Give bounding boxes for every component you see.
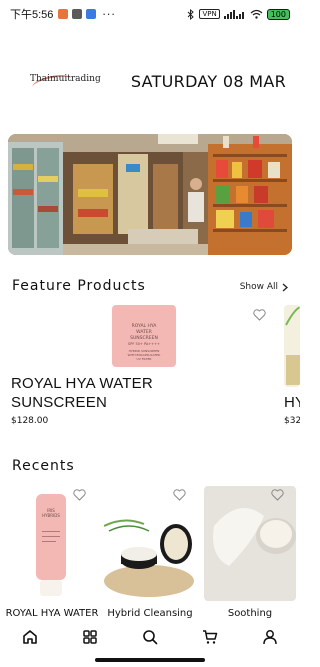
favorite-heart-icon[interactable]: [73, 489, 86, 501]
featured-section-title: Feature Products: [12, 278, 146, 294]
recent-product-name[interactable]: Hybrid Cleansing: [100, 608, 200, 619]
recents-section-title: Recents: [12, 458, 75, 474]
app-notification-icon: [58, 9, 69, 19]
svg-text:ROYAL HYA: ROYAL HYA: [132, 323, 158, 329]
recent-product-image[interactable]: [204, 486, 296, 601]
favorite-heart-icon[interactable]: [253, 309, 266, 321]
nav-search[interactable]: [135, 624, 165, 650]
cart-icon: [203, 630, 218, 644]
soothing-cream-image: [204, 486, 296, 601]
featured-product-name[interactable]: ROYAL HYA WATER SUNSCREEN: [11, 374, 161, 412]
nav-profile[interactable]: [255, 624, 285, 650]
status-more: ···: [102, 7, 116, 21]
hero-banner[interactable]: [8, 134, 292, 255]
nav-cart[interactable]: [195, 624, 225, 650]
recent-product-image[interactable]: [104, 486, 196, 601]
sunscreen-tube-image: ROYAL HYA WATER SUNSCREEN SPF 50+ PA++++…: [112, 305, 176, 367]
status-time: 下午5:56: [10, 9, 54, 21]
featured-product-image[interactable]: [284, 305, 300, 387]
svg-text:HYBRIDS: HYBRIDS: [42, 513, 60, 518]
bottom-nav: [0, 624, 300, 650]
herbal-product-image: [284, 305, 300, 387]
chevron-right-icon: [282, 283, 288, 291]
featured-product-name[interactable]: HY: [284, 393, 300, 412]
svg-text:SUNSCREEN: SUNSCREEN: [130, 335, 158, 341]
nav-categories[interactable]: [75, 624, 105, 650]
favorite-heart-icon[interactable]: [271, 489, 284, 501]
store-interior-image: [8, 134, 292, 255]
nav-home[interactable]: [15, 624, 45, 650]
favorite-heart-icon[interactable]: [173, 489, 186, 501]
brand-logo[interactable]: Thaimuitrading: [30, 71, 101, 95]
home-indicator[interactable]: [95, 658, 205, 662]
featured-product-price: $128.00: [11, 416, 49, 426]
home-icon: [23, 630, 37, 644]
grid-icon: [83, 630, 97, 644]
logo-text: Thaimuitrading: [30, 74, 101, 84]
svg-text:UV FILTER: UV FILTER: [137, 357, 152, 361]
app-notification-icon: [72, 9, 83, 19]
featured-product-price: $32: [284, 416, 300, 426]
signal-icon: [223, 10, 244, 19]
battery-indicator: 100: [266, 8, 290, 20]
vpn-badge: VPN: [199, 9, 220, 19]
bluetooth-icon: [188, 8, 195, 20]
wifi-icon: [250, 9, 263, 19]
app-notification-icon: [86, 9, 97, 19]
profile-icon: [263, 630, 277, 645]
status-bar: 下午5:56 ··· VPN 100: [0, 0, 300, 28]
show-all-link[interactable]: Show All: [240, 282, 288, 292]
status-right: VPN 100: [187, 8, 290, 20]
header-date: SATURDAY 08 MAR: [130, 72, 286, 91]
featured-product-image[interactable]: ROYAL HYA WATER SUNSCREEN SPF 50+ PA++++…: [112, 305, 176, 367]
app-header: Thaimuitrading SATURDAY 08 MAR: [0, 60, 300, 104]
svg-text:SPF 50+ PA++++: SPF 50+ PA++++: [128, 342, 160, 346]
search-icon: [143, 630, 158, 645]
recent-product-name[interactable]: ROYAL HYA WATER: [4, 608, 100, 619]
recent-product-name[interactable]: Soothing: [200, 608, 300, 619]
cleansing-balm-image: [104, 486, 196, 601]
status-app-icons: [58, 9, 97, 19]
svg-text:WATER: WATER: [136, 329, 152, 335]
recent-product-image[interactable]: IRIS HYBRIDS: [12, 486, 92, 601]
sunscreen-tube-image: IRIS HYBRIDS: [12, 486, 92, 601]
show-all-label: Show All: [239, 282, 278, 292]
